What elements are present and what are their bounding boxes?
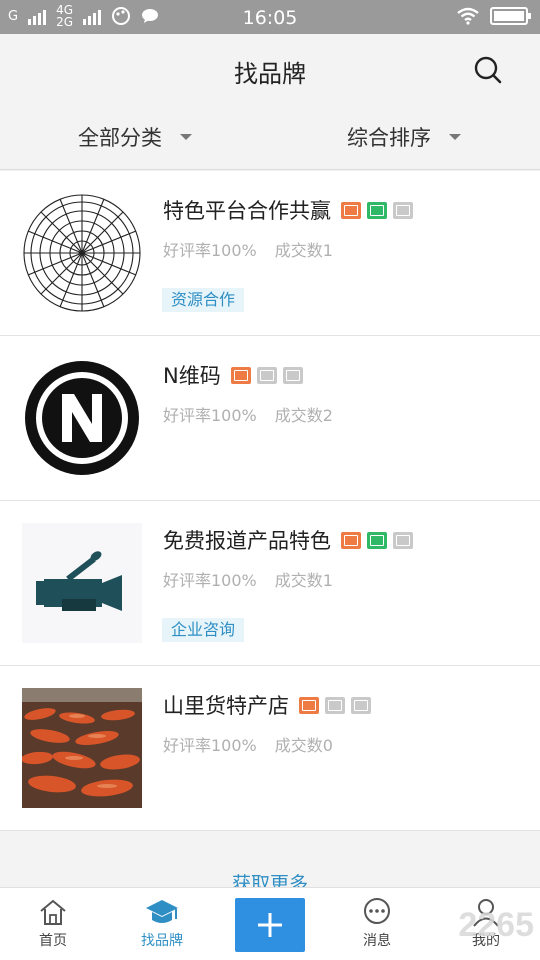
- sort-filter-dropdown[interactable]: 综合排序: [347, 122, 461, 152]
- brand-thumbnail: [22, 358, 142, 478]
- list-item[interactable]: 特色平台合作共赢 好评率100% 成交数1 资源合作: [0, 171, 540, 336]
- wifi-icon: [457, 7, 479, 25]
- brand-thumbnail: [22, 193, 142, 313]
- sort-filter-label: 综合排序: [347, 126, 431, 150]
- plus-icon: [258, 913, 282, 937]
- rating-text: 好评率100%: [163, 241, 257, 260]
- rating-text: 好评率100%: [163, 406, 257, 425]
- home-icon: [40, 899, 66, 925]
- brand-thumbnail: [22, 523, 142, 643]
- chevron-down-icon: [449, 134, 461, 140]
- deals-text: 成交数0: [274, 736, 333, 755]
- item-title-row: N维码: [163, 360, 303, 390]
- spiderweb-image: [23, 194, 141, 312]
- dried-food-image: [22, 688, 142, 808]
- top-header: 找品牌: [0, 34, 540, 104]
- list-item[interactable]: 山里货特产店 好评率100% 成交数0: [0, 666, 540, 831]
- service-tag: 资源合作: [162, 288, 245, 312]
- item-title-row: 山里货特产店: [163, 690, 371, 720]
- deals-text: 成交数1: [274, 241, 333, 260]
- page-title: 找品牌: [234, 60, 306, 88]
- list-item[interactable]: 免费报道产品特色 好评率100% 成交数1 企业咨询: [0, 501, 540, 666]
- id-card-icon: [230, 366, 251, 384]
- status-bar: G 4G 2G 16:05: [0, 0, 540, 34]
- battery-icon: [490, 7, 531, 25]
- status-right: [456, 7, 531, 25]
- search-icon[interactable]: [474, 56, 502, 84]
- watermark-logo: 2265: [458, 906, 534, 944]
- item-title-row: 特色平台合作共赢: [163, 195, 413, 225]
- brand-thumbnail: [22, 688, 142, 808]
- item-stats: 好评率100% 成交数0: [163, 732, 333, 756]
- service-tag: 企业咨询: [162, 618, 245, 642]
- rating-text: 好评率100%: [163, 736, 257, 755]
- chat-bubble-icon: [364, 898, 390, 924]
- mail-icon: [256, 366, 277, 384]
- rating-text: 好评率100%: [163, 571, 257, 590]
- brand-name: 免费报道产品特色: [163, 529, 331, 553]
- nav-messages[interactable]: 消息: [332, 896, 422, 950]
- add-button[interactable]: [235, 898, 305, 952]
- nav-home-label: 首页: [39, 933, 67, 949]
- nav-find-brand-label: 找品牌: [141, 933, 183, 949]
- business-license-icon: [393, 201, 413, 219]
- list-item[interactable]: N维码 好评率100% 成交数2: [0, 336, 540, 501]
- filter-bar: 全部分类 综合排序: [0, 104, 540, 170]
- mail-icon: [325, 696, 345, 714]
- chevron-down-icon: [180, 134, 192, 140]
- mail-icon: [367, 201, 387, 219]
- deals-text: 成交数1: [274, 571, 333, 590]
- id-card-icon: [341, 531, 361, 549]
- item-title-row: 免费报道产品特色: [163, 525, 413, 555]
- nav-messages-label: 消息: [363, 933, 391, 949]
- category-filter-label: 全部分类: [78, 126, 162, 150]
- item-stats: 好评率100% 成交数1: [163, 237, 333, 261]
- id-card-icon: [341, 201, 361, 219]
- business-license-icon: [393, 531, 413, 549]
- item-stats: 好评率100% 成交数2: [163, 402, 333, 426]
- brand-name: 特色平台合作共赢: [163, 199, 331, 223]
- video-camera-image: [36, 551, 122, 611]
- nav-find-brand[interactable]: 找品牌: [117, 896, 207, 950]
- business-license-icon: [282, 366, 303, 384]
- brand-name: 山里货特产店: [163, 694, 289, 718]
- bottom-nav: 首页 找品牌 消息 我的 2265: [0, 887, 540, 960]
- deals-text: 成交数2: [274, 406, 333, 425]
- item-stats: 好评率100% 成交数1: [163, 567, 333, 591]
- graduation-cap-icon: [146, 900, 178, 923]
- n-logo-image: [25, 361, 139, 475]
- nav-home[interactable]: 首页: [8, 896, 98, 950]
- business-license-icon: [351, 696, 371, 714]
- category-filter-dropdown[interactable]: 全部分类: [78, 122, 192, 152]
- brand-list: 特色平台合作共赢 好评率100% 成交数1 资源合作 N维码 好评率100% 成…: [0, 171, 540, 831]
- mail-icon: [367, 531, 387, 549]
- brand-name: N维码: [163, 364, 221, 388]
- load-more-button[interactable]: 获取更多: [0, 831, 540, 888]
- id-card-icon: [299, 696, 319, 714]
